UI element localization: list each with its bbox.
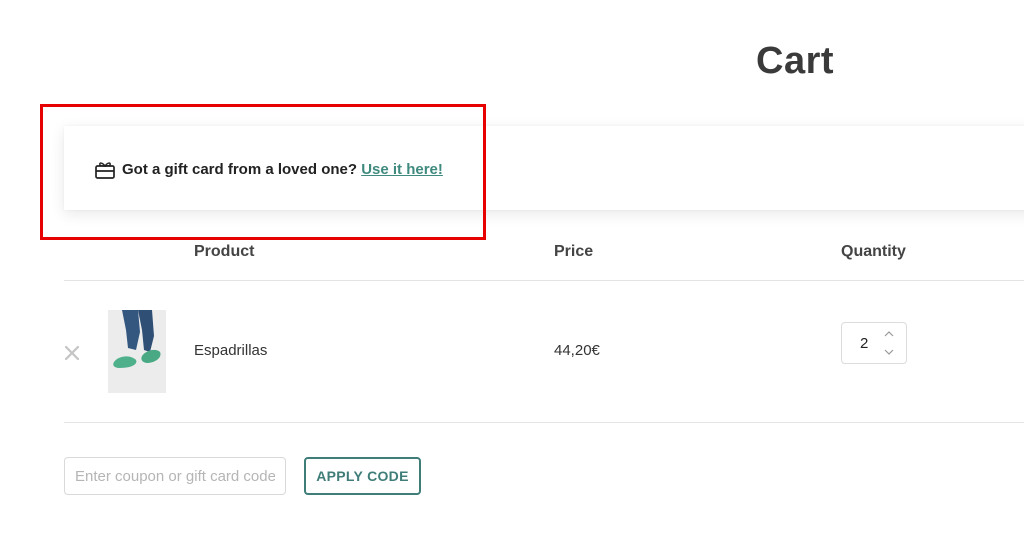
table-divider (64, 422, 1024, 423)
page-title: Cart (756, 40, 835, 82)
quantity-value[interactable]: 2 (860, 335, 868, 352)
column-header-price: Price (554, 243, 594, 260)
close-icon[interactable] (64, 345, 80, 361)
table-divider (64, 280, 1024, 281)
column-header-product: Product (194, 243, 255, 260)
product-thumbnail[interactable] (108, 310, 166, 393)
quantity-stepper[interactable]: 2 (841, 322, 907, 364)
column-header-quantity: Quantity (841, 243, 906, 260)
apply-code-button[interactable]: APPLY CODE (304, 457, 421, 495)
product-price: 44,20€ (554, 342, 600, 359)
spinner-arrows-icon[interactable] (884, 329, 894, 357)
product-name[interactable]: Espadrillas (194, 342, 267, 359)
coupon-code-input[interactable] (64, 457, 286, 495)
highlight-annotation (40, 104, 486, 240)
